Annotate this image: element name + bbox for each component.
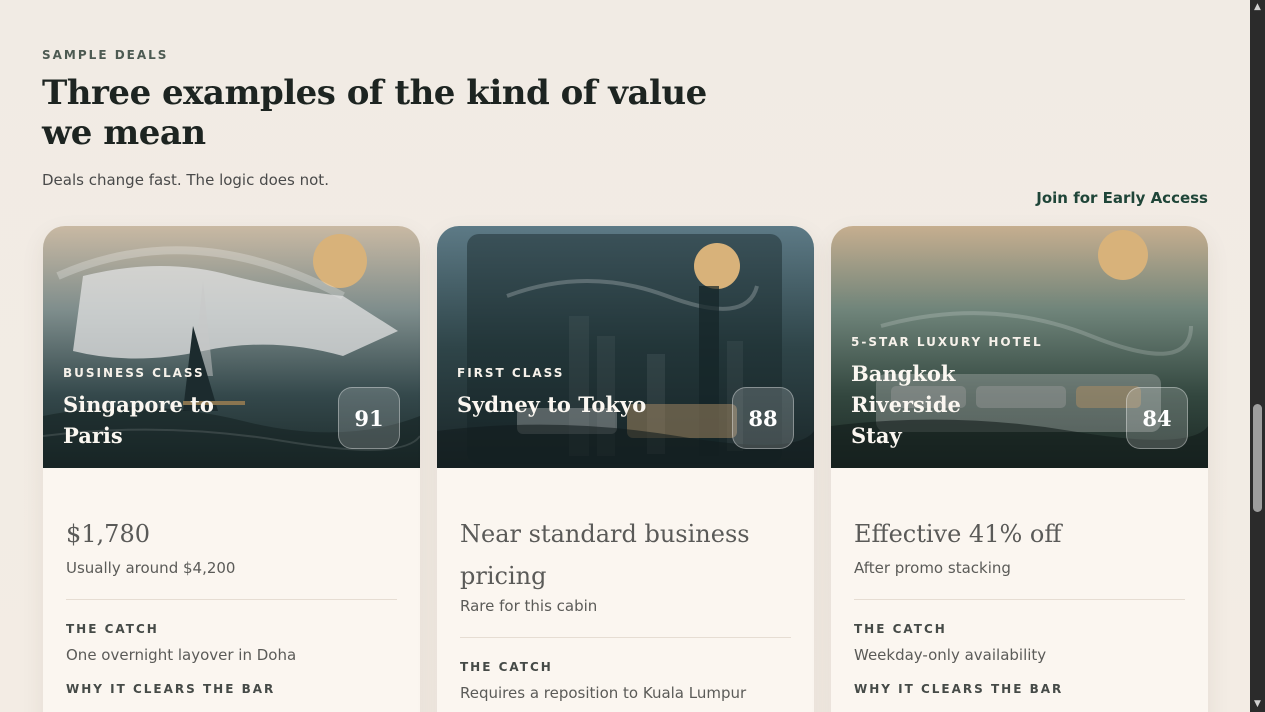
deal-price: Effective 41% off xyxy=(854,520,1062,548)
divider xyxy=(66,599,397,600)
deal-score-badge: 91 xyxy=(338,387,400,449)
deal-title: Bangkok Riverside Stay xyxy=(851,361,961,448)
deal-price-note: Rare for this cabin xyxy=(460,597,598,615)
catch-text: Requires a reposition to Kuala Lumpur xyxy=(460,684,747,702)
catch-text: Weekday-only availability xyxy=(854,646,1047,664)
catch-label: THE CATCH xyxy=(460,660,553,674)
deal-category: FIRST CLASS xyxy=(457,366,565,380)
scrollbar-thumb[interactable] xyxy=(1253,404,1262,512)
page: SAMPLE DEALS Three examples of the kind … xyxy=(0,0,1250,712)
deal-category: BUSINESS CLASS xyxy=(63,366,205,380)
scroll-up-arrow-icon[interactable]: ▲ xyxy=(1253,3,1262,12)
divider xyxy=(854,599,1185,600)
section-eyebrow: SAMPLE DEALS xyxy=(42,48,169,62)
deal-card-sydney-tokyo[interactable]: FIRST CLASS Sydney to Tokyo 88 Near stan… xyxy=(437,226,814,712)
deal-category: 5-STAR LUXURY HOTEL xyxy=(851,335,1043,349)
deal-body: Effective 41% off After promo stacking T… xyxy=(854,468,1185,696)
catch-label: THE CATCH xyxy=(854,622,947,636)
divider xyxy=(460,637,791,638)
catch-label: THE CATCH xyxy=(66,622,159,636)
vertical-scrollbar[interactable]: ▲ ▼ xyxy=(1250,0,1265,712)
why-label: WHY IT CLEARS THE BAR xyxy=(854,682,1064,696)
catch-text: One overnight layover in Doha xyxy=(66,646,297,664)
deal-price: $1,780 xyxy=(66,520,150,548)
deal-card-bangkok-riverside[interactable]: 5-STAR LUXURY HOTEL Bangkok Riverside St… xyxy=(831,226,1208,712)
deal-price-note: After promo stacking xyxy=(854,559,1011,577)
deal-title: Singapore to Paris xyxy=(63,392,214,448)
deal-score-badge: 88 xyxy=(732,387,794,449)
join-early-access-link[interactable]: Join for Early Access xyxy=(1036,189,1208,207)
section-subhead: Deals change fast. The logic does not. xyxy=(42,171,329,189)
why-label: WHY IT CLEARS THE BAR xyxy=(66,682,276,696)
deal-body: Near standard business pricing Rare for … xyxy=(460,468,791,702)
deal-price-note: Usually around $4,200 xyxy=(66,559,236,577)
deal-body: $1,780 Usually around $4,200 THE CATCH O… xyxy=(66,468,397,696)
deal-score-badge: 84 xyxy=(1126,387,1188,449)
deal-title: Sydney to Tokyo xyxy=(457,392,647,417)
section-headline: Three examples of the kind of value we m… xyxy=(42,73,707,153)
scroll-down-arrow-icon[interactable]: ▼ xyxy=(1253,700,1262,709)
deal-card-singapore-paris[interactable]: BUSINESS CLASS Singapore to Paris 91 $1,… xyxy=(43,226,420,712)
deal-price: Near standard business pricing xyxy=(460,520,750,590)
